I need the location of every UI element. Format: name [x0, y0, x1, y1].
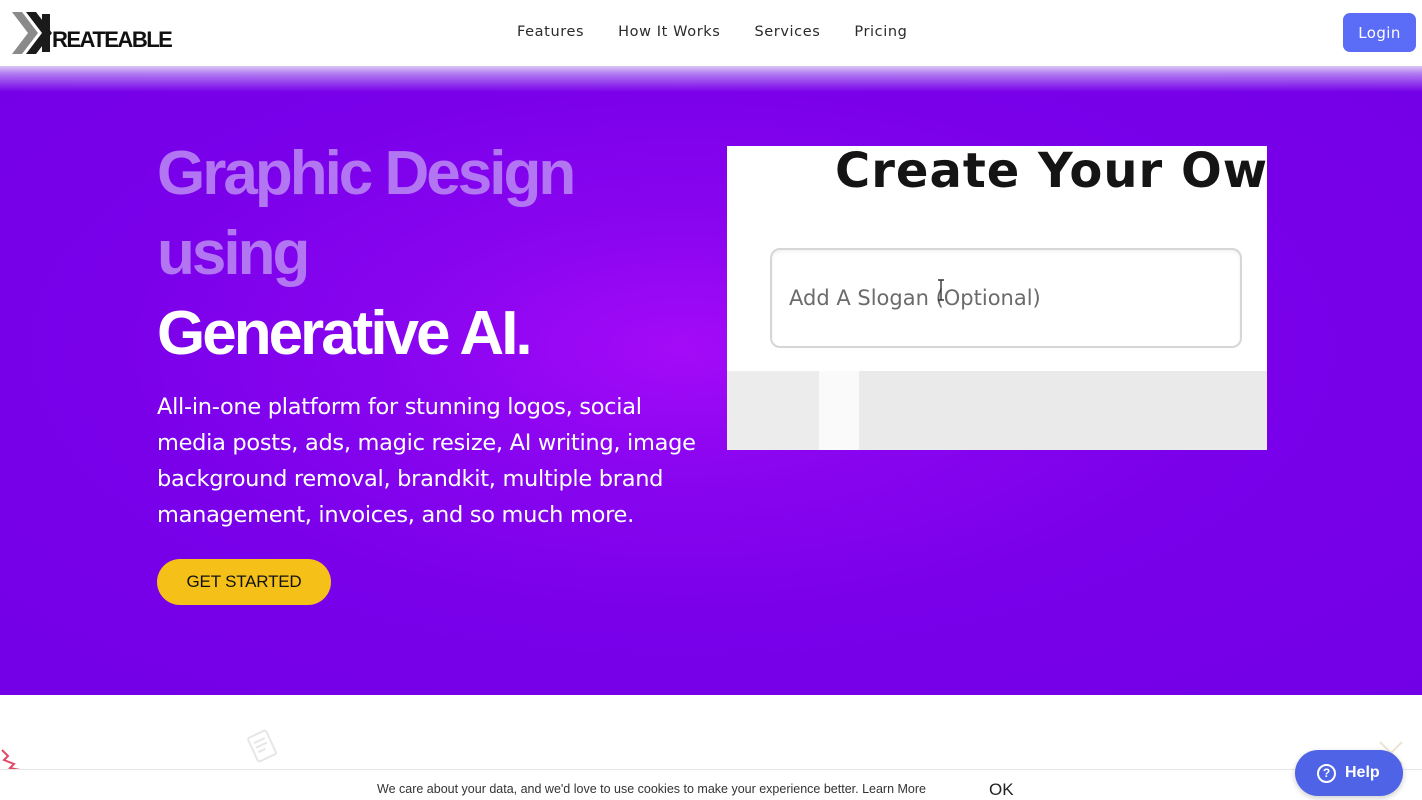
- demo-preview: Create Your Ow: [727, 146, 1267, 450]
- document-decoration-icon: [247, 729, 277, 763]
- cookie-consent-bar: We care about your data, and we'd love t…: [0, 769, 1422, 800]
- text-cursor-icon: [938, 279, 944, 301]
- logo[interactable]: REATEABLE: [12, 12, 192, 54]
- demo-panel-left: [727, 371, 819, 450]
- nav-pricing[interactable]: Pricing: [854, 22, 907, 42]
- hero-title-line-3: Generative AI.: [157, 299, 533, 368]
- login-button[interactable]: Login: [1343, 13, 1416, 52]
- hero-title-line-2: using: [157, 219, 310, 288]
- help-button[interactable]: ? Help: [1295, 750, 1403, 796]
- hero-title: Graphic Design using Generative AI.: [157, 134, 717, 374]
- help-label: Help: [1345, 764, 1380, 781]
- hero-title-line-1: Graphic Design: [157, 139, 576, 208]
- cookie-ok-button[interactable]: OK: [989, 780, 1014, 800]
- main-nav: Features How It Works Services Pricing: [517, 22, 907, 42]
- nav-how-it-works[interactable]: How It Works: [618, 22, 720, 42]
- nav-services[interactable]: Services: [754, 22, 820, 42]
- hero-description: All-in-one platform for stunning logos, …: [157, 394, 696, 528]
- logo-wordmark: REATEABLE: [52, 27, 173, 52]
- slogan-input[interactable]: [770, 248, 1242, 348]
- nav-features[interactable]: Features: [517, 22, 584, 42]
- demo-panel-right: [859, 371, 1267, 450]
- get-started-button[interactable]: GET STARTED: [157, 559, 331, 605]
- question-circle-icon: ?: [1317, 763, 1336, 783]
- demo-panel-gap: [819, 371, 859, 450]
- cookie-message: We care about your data, and we'd love t…: [377, 782, 926, 796]
- hero-top-gradient: [0, 66, 1422, 92]
- site-header: REATEABLE Features How It Works Services…: [0, 0, 1422, 66]
- demo-heading: Create Your Ow: [835, 146, 1267, 199]
- hero-section: Graphic Design using Generative AI. All-…: [0, 66, 1422, 695]
